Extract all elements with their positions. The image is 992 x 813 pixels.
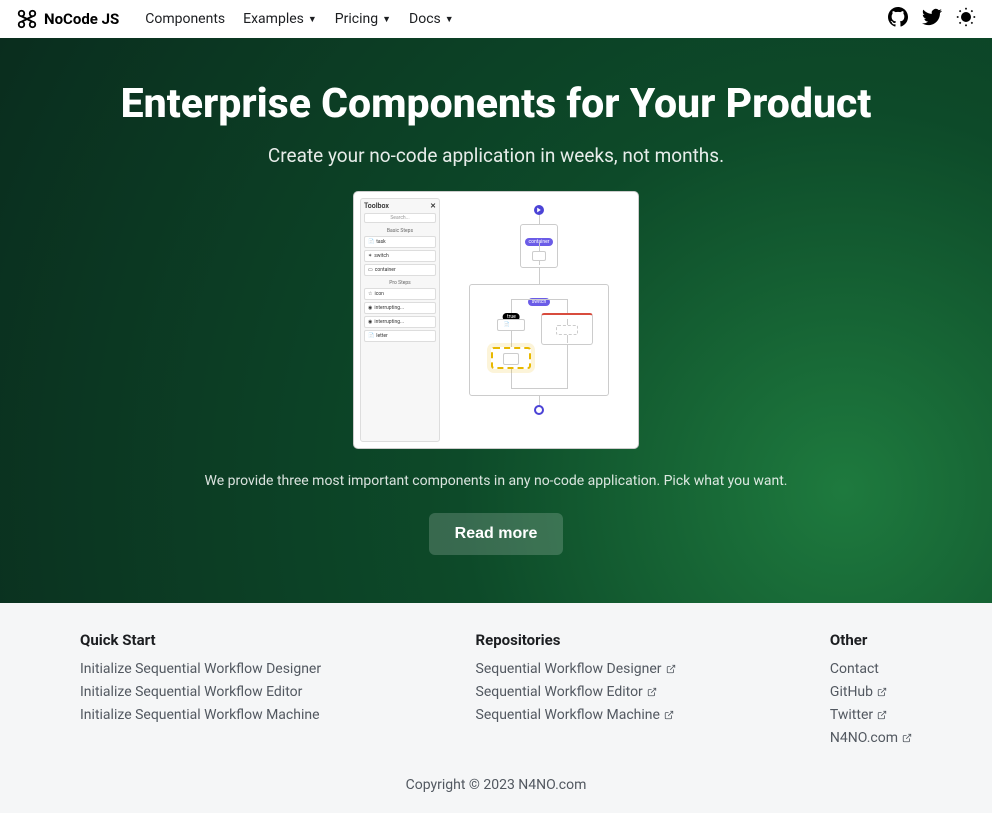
external-link-icon (877, 685, 887, 695)
false-container: task (541, 313, 593, 345)
footer-title-quickstart: Quick Start (80, 631, 321, 649)
hero-subtitle: Create your no-code application in weeks… (20, 144, 972, 167)
toolbox-search: Search... (364, 213, 436, 223)
toolbox-section-basic: Basic Steps (364, 226, 436, 236)
nav-links: Components Examples ▼ Pricing ▼ Docs ▼ (145, 11, 453, 27)
toolbox-section-pro: Pro Steps (364, 278, 436, 288)
toolbox-header: Toolbox ✕ (364, 202, 436, 210)
switch-container: switch true false 📄 task ✕ (469, 284, 609, 396)
external-link-icon (877, 708, 887, 718)
toolbox-item-icon: ☆ icon (364, 288, 436, 300)
twitter-icon[interactable] (922, 7, 942, 31)
footer-col-repositories: Repositories Sequential Workflow Designe… (476, 631, 676, 753)
navbar: NoCode JS Components Examples ▼ Pricing … (0, 0, 992, 38)
caret-down-icon: ▼ (445, 14, 454, 25)
footer-link-github[interactable]: GitHub (830, 684, 912, 700)
end-node (534, 405, 544, 415)
read-more-button[interactable]: Read more (429, 513, 564, 555)
external-link-icon (902, 731, 912, 741)
brand-text: NoCode JS (44, 10, 119, 28)
toolbox-item-switch: ✶ switch (364, 250, 436, 262)
workflow-screenshot: Toolbox ✕ Search... Basic Steps 📄 task ✶… (353, 191, 639, 449)
footer-link-contact[interactable]: Contact (830, 661, 912, 677)
toolbox-item-container: ▭ container (364, 264, 436, 276)
external-link-icon (664, 708, 674, 718)
toolbox-item-int2: ◉ interrupting... (364, 316, 436, 328)
external-link-icon (666, 662, 676, 672)
container-group: container ☆ (520, 224, 558, 268)
footer-link-repo-machine[interactable]: Sequential Workflow Machine (476, 707, 676, 723)
selected-node: ✕ (491, 347, 531, 369)
logo[interactable]: NoCode JS (16, 8, 119, 30)
footer-title-repositories: Repositories (476, 631, 676, 649)
footer-link-init-editor[interactable]: Initialize Sequential Workflow Editor (80, 684, 321, 700)
hero-title: Enterprise Components for Your Product (20, 80, 972, 128)
footer: Quick Start Initialize Sequential Workfl… (0, 603, 992, 813)
logo-icon (16, 8, 38, 30)
footer-link-twitter[interactable]: Twitter (830, 707, 912, 723)
nav-examples[interactable]: Examples ▼ (243, 11, 317, 27)
workflow-canvas: container ☆ switch true false 📄 task (446, 198, 632, 442)
footer-title-other: Other (830, 631, 912, 649)
close-icon: ✕ (430, 202, 436, 210)
caret-down-icon: ▼ (308, 14, 317, 25)
nav-docs[interactable]: Docs ▼ (409, 11, 454, 27)
true-task-node: 📄 task (497, 319, 525, 331)
toolbox-item-int1: ◉ interrupting... (364, 302, 436, 314)
footer-link-init-designer[interactable]: Initialize Sequential Workflow Designer (80, 661, 321, 677)
nav-pricing[interactable]: Pricing ▼ (335, 11, 391, 27)
start-node (534, 205, 544, 215)
theme-toggle-icon[interactable] (956, 7, 976, 31)
toolbox-panel: Toolbox ✕ Search... Basic Steps 📄 task ✶… (360, 198, 440, 442)
github-icon[interactable] (888, 7, 908, 31)
copyright-text: Copyright © 2023 N4NO.com (80, 777, 912, 793)
navbar-right (888, 7, 976, 31)
footer-link-init-machine[interactable]: Initialize Sequential Workflow Machine (80, 707, 321, 723)
star-node: ☆ (532, 251, 546, 261)
footer-col-quickstart: Quick Start Initialize Sequential Workfl… (80, 631, 321, 753)
footer-columns: Quick Start Initialize Sequential Workfl… (80, 631, 912, 753)
footer-col-other: Other Contact GitHub Twitter N4NO.com (830, 631, 912, 753)
hero-description: We provide three most important componen… (20, 473, 972, 489)
navbar-left: NoCode JS Components Examples ▼ Pricing … (16, 8, 454, 30)
toolbox-item-task: 📄 task (364, 236, 436, 248)
nav-components[interactable]: Components (145, 11, 225, 27)
footer-link-repo-designer[interactable]: Sequential Workflow Designer (476, 661, 676, 677)
toolbox-item-letter: 📄 letter (364, 330, 436, 342)
hero-section: Enterprise Components for Your Product C… (0, 38, 992, 603)
false-task: task (556, 325, 578, 335)
caret-down-icon: ▼ (382, 14, 391, 25)
external-link-icon (647, 685, 657, 695)
footer-link-repo-editor[interactable]: Sequential Workflow Editor (476, 684, 676, 700)
